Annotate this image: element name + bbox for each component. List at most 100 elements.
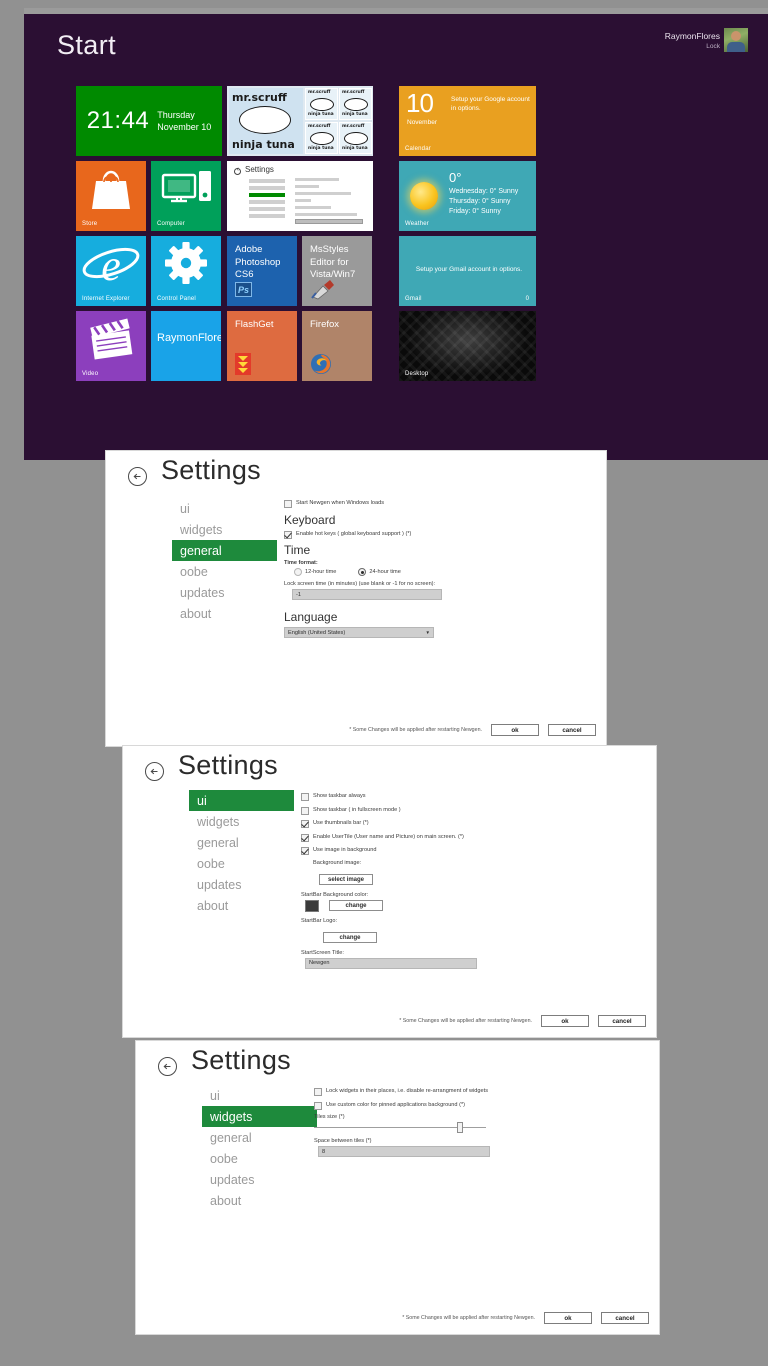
dialog-footer: * Some Changes will be applied after res… [402,1312,649,1324]
tile-computer-label: Computer [157,221,185,227]
time-format-label: Time format: [284,560,318,566]
change-startbar-logo-button[interactable]: change [323,932,377,943]
checkbox-row-thumbnails-bar[interactable]: Use thumbnails bar (*) [301,819,641,828]
tile-desktop[interactable]: Desktop [399,311,536,381]
sidebar-item-ui[interactable]: ui [202,1085,317,1106]
cancel-button[interactable]: cancel [601,1312,649,1324]
tile-calendar[interactable]: 10 November Setup your Google account in… [399,86,536,156]
sidebar-item-updates[interactable]: updates [172,582,277,603]
tile-control-panel[interactable]: Control Panel [151,236,221,306]
checkbox-row-show-taskbar-always[interactable]: Show taskbar always [301,792,641,801]
tile-store[interactable]: Store [76,161,146,231]
checkbox-row-custom-color[interactable]: Use custom color for pinned applications… [314,1101,664,1110]
shopping-bag-icon [92,170,130,209]
tile-clock[interactable]: 21:44 Thursday November 10 [76,86,222,156]
scruff-cell-subtitle: ninja tuna [342,112,368,117]
back-button[interactable] [145,762,164,781]
ok-button[interactable]: ok [491,724,539,736]
space-between-tiles-label: Space between tiles (*) [314,1138,372,1144]
cancel-button[interactable]: cancel [598,1015,646,1027]
checkbox-use-image-in-background[interactable] [301,847,309,855]
select-image-button[interactable]: select image [319,874,374,885]
sidebar-item-about[interactable]: about [172,603,277,624]
language-select[interactable]: English (United States) ▼ [284,627,434,638]
mini-line [295,213,357,216]
radio-button[interactable] [294,568,302,576]
weather-forecast: Wednesday: 0° Sunny Thursday: 0° Sunny F… [449,187,518,217]
sidebar-item-widgets[interactable]: widgets [189,811,294,832]
sidebar-item-general[interactable]: general [172,540,277,561]
startbar-bgcolor-row: change [305,899,641,912]
tile-ie-label: Internet Explorer [82,296,130,302]
avatar[interactable] [724,28,748,52]
sidebar-item-oobe[interactable]: oobe [189,853,294,874]
mini-nav-item [249,207,285,211]
tile-settings[interactable]: Settings [227,161,373,231]
sidebar-item-widgets[interactable]: widgets [172,519,277,540]
sidebar-item-about[interactable]: about [189,895,294,916]
checkbox-show-taskbar-fullscreen[interactable] [301,806,309,815]
sidebar-item-ui[interactable]: ui [189,790,294,811]
tiles-size-label: Tiles size (*) [314,1114,345,1120]
radio-24-hour[interactable]: 24-hour time [358,568,401,576]
cancel-button[interactable]: cancel [548,724,596,736]
slider-thumb[interactable] [456,1122,463,1133]
tile-weather[interactable]: 0° Wednesday: 0° Sunny Thursday: 0° Sunn… [399,161,536,231]
hotkeys-checkbox-row[interactable]: Enable hot keys ( global keyboard suppor… [284,530,584,539]
checkbox-enable-hot-keys[interactable] [284,530,292,539]
tile-raymonflores[interactable]: RaymonFlores [151,311,221,381]
tile-flashget[interactable]: FlashGet [227,311,297,381]
tiles-size-slider[interactable] [314,1122,486,1133]
sidebar-item-widgets[interactable]: widgets [202,1106,317,1127]
settings-dialog-widgets: Settings ui widgets general oobe updates… [135,1040,660,1335]
clapperboard-icon [90,318,133,360]
sidebar-item-general[interactable]: general [202,1127,317,1148]
sidebar-item-updates[interactable]: updates [189,874,294,895]
checkbox-lock-widgets[interactable] [314,1088,322,1096]
startup-checkbox-row[interactable]: Start Newgen when Windows loads [284,499,584,508]
settings-pane-widgets: Lock widgets in their places, i.e. disab… [314,1087,664,1157]
checkbox-label: Enable hot keys ( global keyboard suppor… [296,530,412,537]
color-swatch[interactable] [305,899,319,912]
back-button[interactable] [128,467,147,486]
checkbox-row-usertile[interactable]: Enable UserTile (User name and Picture) … [301,833,641,842]
checkbox-use-thumbnails-bar[interactable] [301,820,309,828]
sidebar-item-updates[interactable]: updates [202,1169,317,1190]
tile-gmail[interactable]: Setup your Gmail account in options. Gma… [399,236,536,306]
scruff-cell-title: mr.scruff [342,90,365,95]
sidebar-item-about[interactable]: about [202,1190,317,1211]
sidebar-item-oobe[interactable]: oobe [202,1148,317,1169]
checkbox-start-with-windows[interactable] [284,500,292,508]
tile-computer[interactable]: Computer [151,161,221,231]
tile-desktop-label: Desktop [405,371,429,377]
checkbox-row-lock-widgets[interactable]: Lock widgets in their places, i.e. disab… [314,1087,664,1096]
sidebar-item-general[interactable]: general [189,832,294,853]
checkbox-row-use-image-background[interactable]: Use image in background [301,846,641,855]
user-tile[interactable]: RaymonFlores Lock [665,28,748,52]
ok-button[interactable]: ok [544,1312,592,1324]
radio-button[interactable] [358,568,367,576]
checkbox-label: Show taskbar always [313,793,366,799]
change-startbar-color-button[interactable]: change [329,900,383,911]
lock-label[interactable]: Lock [665,42,720,52]
ok-button[interactable]: ok [541,1015,589,1027]
radio-12-hour[interactable]: 12-hour time [294,568,336,576]
checkbox-row-show-taskbar-fullscreen[interactable]: Show taskbar ( in fullscreen mode ) [301,806,641,815]
tile-msstyles[interactable]: MsStyles Editor for Vista/Win7 [302,236,372,306]
back-button[interactable] [158,1057,177,1076]
dialog-title: Settings [178,750,278,780]
lock-screen-time-input[interactable]: -1 [292,589,442,600]
tile-mrscruff[interactable]: mr.scruff ninja tuna mr.scruff ninja tun… [227,86,373,156]
space-between-tiles-input[interactable]: 8 [318,1146,490,1157]
startscreen-title-input[interactable]: Newgen [305,957,477,969]
tile-photoshop[interactable]: Adobe Photoshop CS6 Ps [227,236,297,306]
tile-internet-explorer[interactable]: e Internet Explorer [76,236,146,306]
checkbox-enable-usertile[interactable] [301,833,309,842]
sidebar-item-ui[interactable]: ui [172,498,277,519]
tile-firefox[interactable]: Firefox [302,311,372,381]
tile-video[interactable]: Video [76,311,146,381]
checkbox-show-taskbar-always[interactable] [301,793,309,801]
keyboard-heading: Keyboard [284,512,336,527]
sidebar-item-oobe[interactable]: oobe [172,561,277,582]
checkbox-use-custom-color[interactable] [314,1101,322,1110]
